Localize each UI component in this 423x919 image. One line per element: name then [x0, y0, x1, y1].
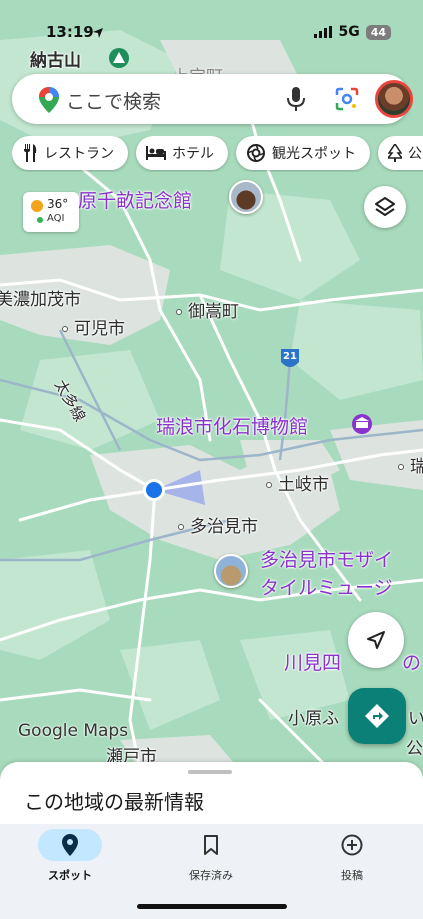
- add-circle-icon: [341, 834, 363, 856]
- layers-button[interactable]: [364, 186, 406, 228]
- aqi-label: AQI: [47, 213, 65, 224]
- town-dot-icon: [178, 524, 184, 530]
- town-dot-icon: [266, 482, 272, 488]
- route-number: 21: [283, 351, 297, 362]
- map-label-mitake[interactable]: 御嵩町: [176, 297, 239, 322]
- bookmark-icon: [204, 835, 218, 855]
- signal-icon: [314, 26, 333, 38]
- nav-explore-indicator: [38, 829, 102, 861]
- location-arrow-icon: [93, 28, 103, 38]
- map-label-minokamo[interactable]: 美濃加茂市: [0, 285, 81, 310]
- map-label-kawami[interactable]: 川見四: [284, 648, 341, 675]
- navigation-arrow-icon: [367, 631, 385, 649]
- chip-park-label: 公園: [408, 146, 423, 162]
- category-chips: レストラン ホテル 観光スポット 公園: [12, 136, 423, 172]
- network-label: 5G: [338, 24, 360, 40]
- map-label-kaseki-museum[interactable]: 瑞浪市化石博物館: [156, 412, 308, 439]
- sun-icon: [31, 200, 43, 212]
- map-label-toki-text: 土岐市: [278, 475, 329, 495]
- nav-explore-label: スポット: [48, 869, 92, 882]
- map-label-toki[interactable]: 土岐市: [266, 470, 329, 495]
- temperature: 36°: [47, 197, 69, 211]
- town-dot-icon: [62, 326, 68, 332]
- map-label-kawami-2: の: [402, 652, 422, 674]
- google-lens-icon[interactable]: [334, 86, 360, 112]
- nav-contribute-indicator: [320, 829, 384, 861]
- map-label-kani-text: 可児市: [74, 319, 125, 339]
- sheet-drag-handle[interactable]: [188, 770, 232, 774]
- map-label-museum-north[interactable]: 原千畝記念館: [78, 186, 192, 213]
- map-label-ohara-2: い: [408, 709, 423, 729]
- account-avatar[interactable]: [375, 80, 413, 118]
- sheet-title: この地域の最新情報: [24, 790, 204, 814]
- town-dot-icon: [176, 309, 182, 315]
- weather-widget[interactable]: 36° AQI: [23, 192, 79, 232]
- museum-photo-pin[interactable]: [229, 180, 263, 214]
- aqi-status-dot: [37, 217, 43, 223]
- search-bar[interactable]: ここで検索: [12, 74, 413, 124]
- camera-icon: [246, 143, 266, 163]
- map-label-mizunami[interactable]: 瑞: [398, 452, 423, 477]
- mosaic-museum-photo-pin[interactable]: [214, 554, 248, 588]
- search-input[interactable]: ここで検索: [66, 87, 161, 114]
- nav-contribute[interactable]: 投稿: [302, 829, 402, 883]
- directions-button[interactable]: [348, 688, 406, 744]
- nav-saved-indicator: [179, 829, 243, 861]
- map-label-nakoyama[interactable]: 納古山: [30, 46, 81, 71]
- layers-icon: [375, 197, 395, 216]
- location-pin-icon: [62, 834, 78, 856]
- chip-sightseeing-label: 観光スポット: [272, 146, 356, 162]
- map-label-park: 公園: [406, 739, 423, 759]
- nav-saved[interactable]: 保存済み: [161, 829, 261, 883]
- map-label-mosaic-museum-2[interactable]: タイルミュージ: [260, 573, 393, 600]
- chip-restaurant-label: レストラン: [44, 146, 114, 162]
- google-maps-pin-icon: [39, 87, 59, 113]
- chip-restaurant[interactable]: レストラン: [12, 136, 128, 170]
- my-location-button[interactable]: [348, 612, 404, 668]
- google-maps-logo: Google Maps: [18, 721, 129, 741]
- fork-knife-icon: [22, 144, 38, 162]
- tree-icon: [388, 144, 402, 162]
- map-label-tajimi-text: 多治見市: [190, 517, 258, 537]
- bed-icon: [146, 146, 166, 160]
- chip-hotel-label: ホテル: [172, 146, 214, 162]
- status-time: 13:19: [46, 23, 94, 41]
- map-label-mosaic-museum-1[interactable]: 多治見市モザイ: [260, 545, 393, 572]
- status-bar: 13:19 5G 44: [0, 18, 423, 48]
- map-label-kani[interactable]: 可児市: [62, 314, 125, 339]
- map-label-mitake-text: 御嵩町: [188, 302, 239, 322]
- nav-explore[interactable]: スポット: [20, 829, 120, 883]
- nav-saved-label: 保存済み: [189, 869, 233, 882]
- map-label-mizunami-text: 瑞: [410, 457, 423, 477]
- microphone-icon[interactable]: [285, 86, 307, 112]
- map-label-tajimi[interactable]: 多治見市: [178, 512, 258, 537]
- chip-park[interactable]: 公園: [378, 136, 423, 170]
- home-indicator[interactable]: [137, 904, 287, 909]
- battery-icon: 44: [365, 24, 391, 40]
- map-label-ohara[interactable]: 小原ふ: [288, 704, 339, 729]
- chip-sightseeing[interactable]: 観光スポット: [236, 136, 370, 170]
- nav-contribute-label: 投稿: [341, 869, 363, 882]
- town-dot-icon: [398, 464, 404, 470]
- chip-hotel[interactable]: ホテル: [136, 136, 228, 170]
- directions-icon: [365, 704, 389, 728]
